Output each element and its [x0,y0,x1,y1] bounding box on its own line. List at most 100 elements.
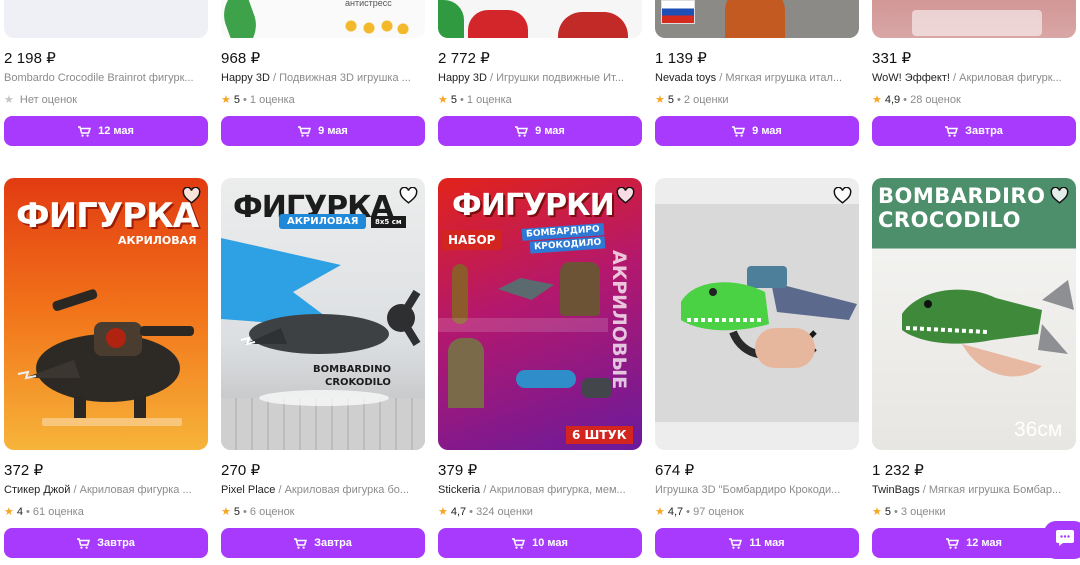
product-image[interactable]: ФИГУРКА АКРИЛОВАЯ 8x5 см BOMBARDINO CROK… [221,178,425,450]
product-rating: ★ 5 • 2 оценки [655,93,729,107]
image-caption: CROKODILO [325,377,391,388]
product-price: 379 ₽ [438,462,478,479]
cart-icon [294,537,308,549]
delivery-date: 9 мая [535,125,565,137]
product-rating: ★ 5 • 1 оценка [221,93,295,107]
favorite-heart-icon[interactable] [831,184,853,206]
product-title[interactable]: Стикер Джой / Акриловая фигурка ... [4,484,208,500]
delivery-date: 9 мая [318,125,348,137]
image-caption: АКРИЛОВАЯ [118,234,197,247]
product-price: 674 ₽ [655,462,695,479]
image-caption: антистресс [345,0,392,8]
image-caption: 6 ШТУК [566,426,633,444]
image-caption: НАБОР [442,230,502,250]
product-image[interactable] [655,178,859,450]
star-icon: ★ [438,506,448,518]
cart-icon [729,537,743,549]
cart-icon [515,125,529,137]
star-icon: ★ [4,506,14,518]
product-image[interactable]: ФИГУРКА АКРИЛОВАЯ [4,178,208,450]
add-to-cart-button[interactable]: 11 мая [655,528,859,558]
image-caption: ФИГУРКА [16,196,199,236]
star-icon: ★ [655,506,665,518]
product-image[interactable] [872,0,1076,38]
product-price: 372 ₽ [4,462,44,479]
star-icon: ★ [872,506,882,518]
chat-icon [1055,529,1075,552]
star-icon: ★ [221,94,231,106]
add-to-cart-button[interactable]: Завтра [872,116,1076,146]
product-title[interactable]: Bombardo Crocodile Brainrot фигурк... [4,72,208,88]
product-rating: ★ 5 • 3 оценки [872,505,946,519]
product-card[interactable]: ФИГУРКА АКРИЛОВАЯ 372 ₽ Стикер Джой / Ак… [4,178,208,558]
cart-icon [78,125,92,137]
delivery-date: Завтра [97,537,135,549]
image-caption: АКРИЛОВЫЕ [608,250,630,390]
delivery-date: Завтра [314,537,352,549]
product-card[interactable]: ФИГУРКА АКРИЛОВАЯ 8x5 см BOMBARDINO CROK… [221,178,425,558]
product-card[interactable]: 2 772 ₽ Happy 3D / Игрушки подвижные Ит.… [438,0,642,146]
product-image[interactable] [655,0,859,38]
product-rating: ★ 4,7 • 324 оценки [438,505,533,519]
product-title[interactable]: WoW! Эффект! / Акриловая фигурк... [872,72,1076,88]
favorite-heart-icon[interactable] [1048,184,1070,206]
product-price: 2 198 ₽ [4,50,56,67]
image-caption: BOMBARDINO [313,364,392,375]
image-caption: АКРИЛОВАЯ [279,214,367,229]
product-card[interactable]: 2 198 ₽ Bombardo Crocodile Brainrot фигу… [4,0,208,146]
product-card[interactable]: 674 ₽ Игрушка 3D "Бомбардиро Крокоди... … [655,178,859,558]
cart-icon [946,537,960,549]
product-image[interactable] [4,0,208,38]
product-title[interactable]: Игрушка 3D "Бомбардиро Крокоди... [655,484,859,500]
favorite-heart-icon[interactable] [180,184,202,206]
product-price: 270 ₽ [221,462,261,479]
product-title[interactable]: TwinBags / Мягкая игрушка Бомбар... [872,484,1076,500]
add-to-cart-button[interactable]: 9 мая [438,116,642,146]
product-card[interactable]: 1 139 ₽ Nevada toys / Мягкая игрушка ита… [655,0,859,146]
product-title[interactable]: Pixel Place / Акриловая фигурка бо... [221,484,425,500]
favorite-heart-icon[interactable] [614,184,636,206]
add-to-cart-button[interactable]: Завтра [4,528,208,558]
product-image[interactable]: BOMBARDIRO CROCODILO 36см [872,178,1076,450]
delivery-date: 10 мая [532,537,568,549]
add-to-cart-button[interactable]: 10 мая [438,528,642,558]
product-rating: ★ 4 • 61 оценка [4,505,84,519]
add-to-cart-button[interactable]: Завтра [221,528,425,558]
product-rating: ★ 4,7 • 97 оценок [655,505,744,519]
product-rating: ★ Нет оценок [4,93,78,107]
product-image[interactable]: ФИГУРКИ НАБОР БОМБАРДИРО КРОКОДИЛО АКРИЛ… [438,178,642,450]
product-card[interactable]: BOMBARDIRO CROCODILO 36см 1 232 ₽ TwinBa… [872,178,1076,558]
cart-icon [732,125,746,137]
product-rating: ★ 5 • 6 оценок [221,505,295,519]
image-caption: ФИГУРКИ [452,188,615,223]
product-title[interactable]: Stickeria / Акриловая фигурка, мем... [438,484,642,500]
product-title[interactable]: Nevada toys / Мягкая игрушка итал... [655,72,859,88]
product-rating: ★ 4,9 • 28 оценок [872,93,961,107]
product-image[interactable] [438,0,642,38]
product-card[interactable]: антистресс 968 ₽ Happy 3D / Подвижная 3D… [221,0,425,146]
star-icon: ★ [438,94,448,106]
add-to-cart-button[interactable]: 9 мая [655,116,859,146]
image-caption: 8x5 см [371,216,406,228]
cart-icon [77,537,91,549]
delivery-date: 9 мая [752,125,782,137]
add-to-cart-button[interactable]: 12 мая [4,116,208,146]
product-title[interactable]: Happy 3D / Подвижная 3D игрушка ... [221,72,425,88]
delivery-date: 12 мая [98,125,134,137]
product-grid: 2 198 ₽ Bombardo Crocodile Brainrot фигу… [0,0,1080,565]
chat-button[interactable] [1044,521,1080,559]
product-price: 968 ₽ [221,50,261,67]
product-card[interactable]: 331 ₽ WoW! Эффект! / Акриловая фигурк...… [872,0,1076,146]
cart-icon [945,125,959,137]
product-title[interactable]: Happy 3D / Игрушки подвижные Ит... [438,72,642,88]
product-price: 2 772 ₽ [438,50,490,67]
delivery-date: 12 мая [966,537,1002,549]
add-to-cart-button[interactable]: 9 мая [221,116,425,146]
product-rating: ★ 5 • 1 оценка [438,93,512,107]
favorite-heart-icon[interactable] [397,184,419,206]
star-icon: ★ [655,94,665,106]
star-icon: ★ [872,94,882,106]
product-card[interactable]: ФИГУРКИ НАБОР БОМБАРДИРО КРОКОДИЛО АКРИЛ… [438,178,642,558]
product-image[interactable]: антистресс [221,0,425,38]
star-icon: ★ [221,506,231,518]
